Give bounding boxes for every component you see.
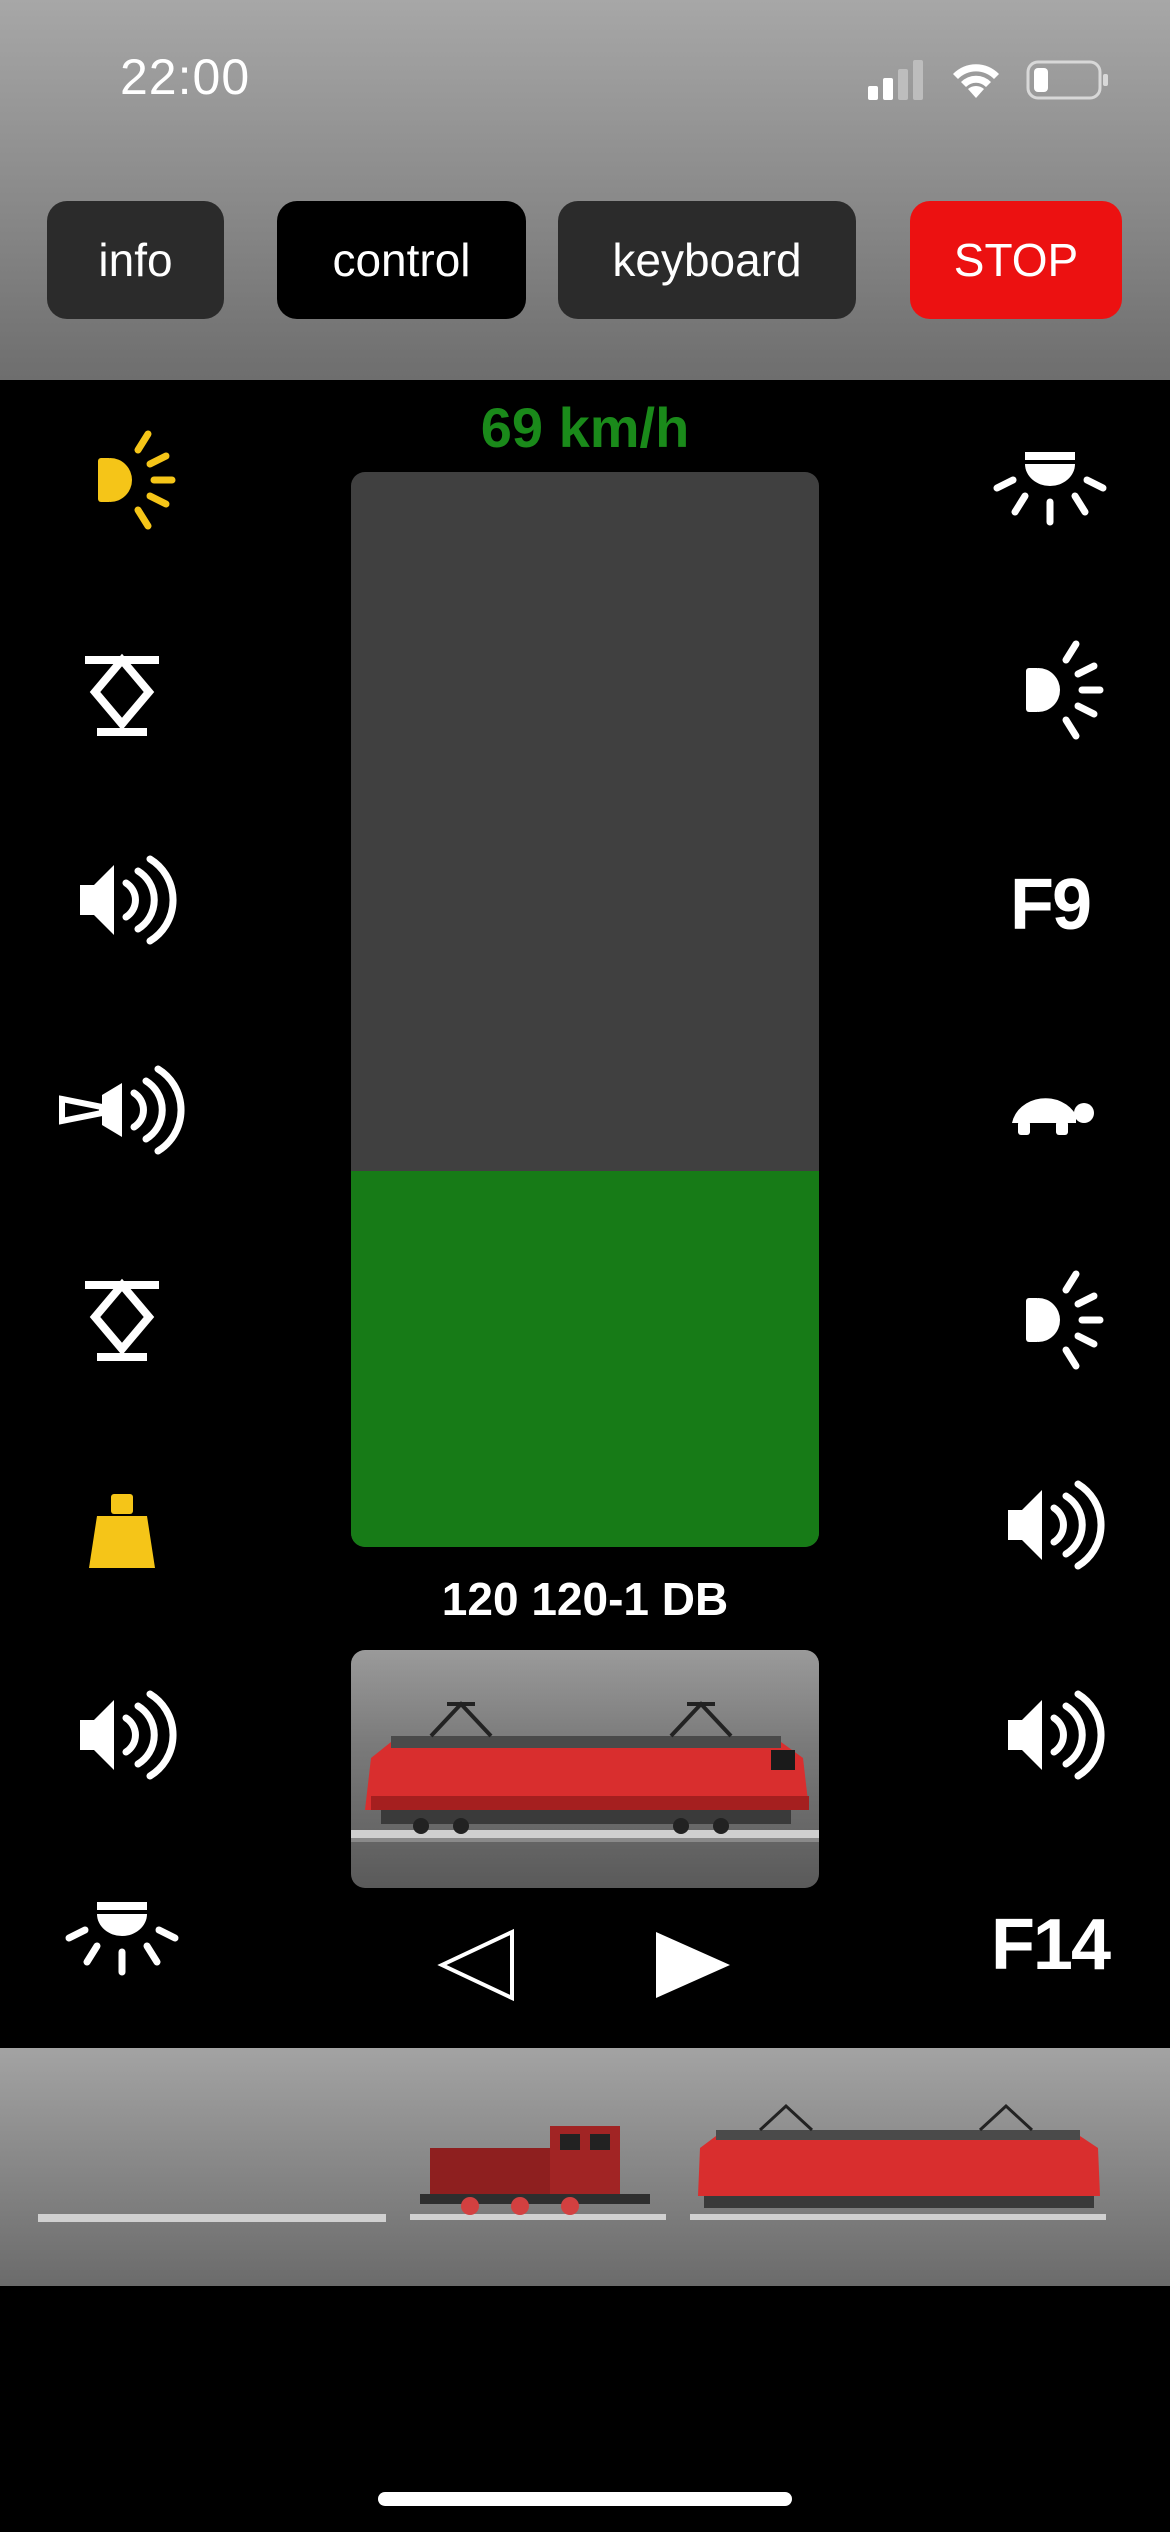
home-indicator[interactable] xyxy=(378,2492,792,2506)
locomotive-selector[interactable] xyxy=(0,2048,1170,2286)
direction-forward-button[interactable] xyxy=(650,1920,740,2010)
function-pantograph-2-icon[interactable] xyxy=(47,1255,197,1385)
function-f14-label: F14 xyxy=(990,1905,1111,1985)
speed-slider-fill xyxy=(351,1170,819,1547)
status-time: 22:00 xyxy=(120,49,251,105)
function-sound-right-icon[interactable] xyxy=(975,1460,1125,1590)
function-pantograph-icon[interactable] xyxy=(47,630,197,760)
locomotive-slot-diesel[interactable] xyxy=(410,2108,666,2228)
locomotive-slot-electric[interactable] xyxy=(690,2098,1106,2228)
function-f9-button[interactable]: F9 xyxy=(975,840,1125,970)
tab-keyboard[interactable]: keyboard xyxy=(558,201,856,319)
reverse-arrow-icon xyxy=(437,1928,514,2002)
locomotive-image[interactable] xyxy=(351,1650,819,1888)
function-f9-label: F9 xyxy=(1009,865,1092,945)
function-sound-2-icon[interactable] xyxy=(47,1670,197,1800)
status-icons xyxy=(868,55,1110,105)
function-turtle-icon[interactable] xyxy=(975,1045,1125,1175)
tab-info[interactable]: info xyxy=(47,201,224,319)
function-ceiling-light-right-icon[interactable] xyxy=(975,415,1125,545)
locomotive-name: 120 120-1 DB xyxy=(441,1573,729,1625)
battery-icon xyxy=(1026,60,1108,100)
stop-button[interactable]: STOP xyxy=(910,201,1122,319)
function-headlight-icon[interactable] xyxy=(47,415,197,545)
function-headlight-white-icon[interactable] xyxy=(975,625,1125,755)
function-sound-right-2-icon[interactable] xyxy=(975,1670,1125,1800)
function-ceiling-light-icon[interactable] xyxy=(47,1875,197,2005)
locomotive-slot-empty[interactable] xyxy=(38,2214,386,2222)
function-f14-button[interactable]: F14 xyxy=(975,1880,1125,2010)
function-headlight-white-2-icon[interactable] xyxy=(975,1255,1125,1385)
forward-arrow-icon xyxy=(656,1932,730,1998)
cellular-signal-icon xyxy=(868,60,923,100)
wifi-icon xyxy=(953,64,999,98)
function-horn-icon[interactable] xyxy=(47,1045,197,1175)
speed-slider[interactable] xyxy=(351,472,819,1547)
direction-reverse-button[interactable] xyxy=(432,1920,522,2010)
tab-control[interactable]: control xyxy=(277,201,526,319)
function-sound-icon[interactable] xyxy=(47,835,197,965)
